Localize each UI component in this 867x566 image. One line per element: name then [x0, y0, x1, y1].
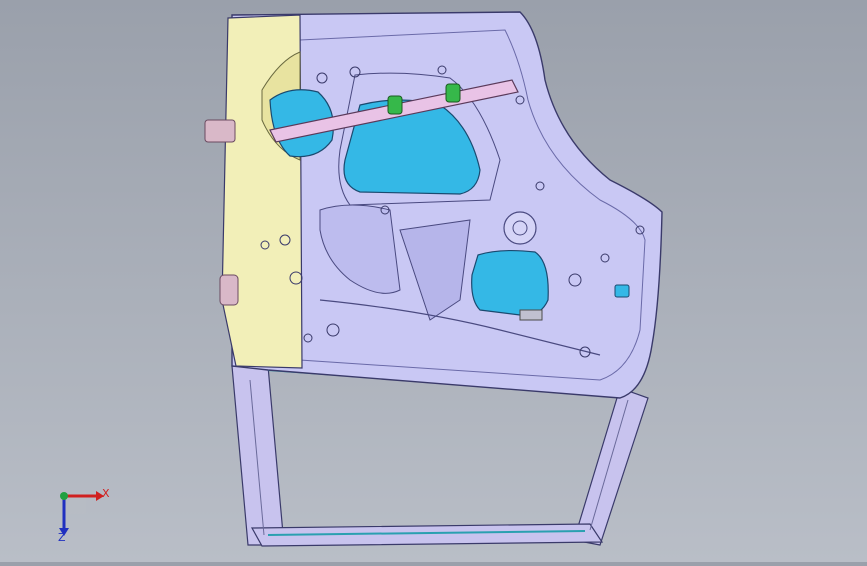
frame-right-pillar [573, 387, 649, 546]
lower-service-opening[interactable] [471, 249, 549, 317]
hinge-lower-mount [219, 274, 239, 306]
side-slot [614, 284, 630, 298]
orientation-triad[interactable]: X Z [44, 482, 114, 544]
beam-clip-left [387, 95, 403, 115]
z-axis-label: Z [58, 531, 66, 544]
y-axis-dot [60, 492, 68, 500]
hinge-upper-mount [204, 119, 236, 143]
beam-clip-right [445, 83, 461, 103]
cad-viewport[interactable]: X Z [0, 0, 867, 562]
latch-connector [519, 309, 543, 321]
door-inner-panel-model[interactable] [0, 0, 867, 562]
frame-left-pillar [231, 365, 285, 546]
regulator-motor-boss [503, 211, 537, 245]
x-axis-label: X [102, 487, 110, 500]
